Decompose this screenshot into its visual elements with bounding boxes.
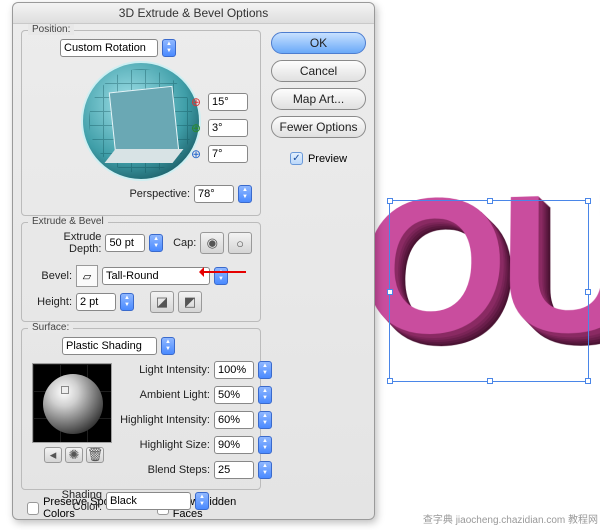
z-axis-icon: ⊕ bbox=[188, 146, 204, 162]
highlight-size-input[interactable]: 90% bbox=[214, 436, 254, 454]
depth-label: Extrude Depth: bbox=[30, 231, 101, 255]
watermark: 查字典 jiaocheng.chazidian.com 教程网 bbox=[423, 511, 598, 526]
blend-steps-label: Blend Steps: bbox=[118, 464, 210, 476]
depth-input[interactable]: 50 pt bbox=[105, 234, 145, 252]
height-stepper[interactable]: ▲▼ bbox=[120, 293, 134, 311]
artboard-preview: OUT bbox=[382, 168, 596, 398]
annotation-arrow bbox=[202, 271, 246, 273]
rotation-preset-stepper[interactable]: ▲▼ bbox=[162, 39, 176, 57]
cancel-button[interactable]: Cancel bbox=[271, 60, 366, 82]
highlight-size-label: Highlight Size: bbox=[118, 439, 210, 451]
rotation-preset-select[interactable]: Custom Rotation bbox=[60, 39, 158, 57]
height-input[interactable]: 2 pt bbox=[76, 293, 116, 311]
ok-button[interactable]: OK bbox=[271, 32, 366, 54]
bevel-label: Bevel: bbox=[30, 270, 72, 282]
bevel-extent-out-button[interactable]: ◩ bbox=[178, 291, 202, 313]
bevel-stepper[interactable]: ▲▼ bbox=[214, 267, 228, 285]
shading-color-select[interactable]: Black bbox=[106, 492, 191, 510]
highlight-size-stepper[interactable]: ▲▼ bbox=[258, 436, 272, 454]
light-intensity-label: Light Intensity: bbox=[118, 364, 210, 376]
bevel-profile-swatch: ▱ bbox=[76, 265, 98, 287]
blend-steps-input[interactable]: 25 bbox=[214, 461, 254, 479]
x-axis-icon: ⊕ bbox=[188, 94, 204, 110]
perspective-stepper[interactable]: ▲▼ bbox=[238, 185, 252, 203]
highlight-intensity-stepper[interactable]: ▲▼ bbox=[258, 411, 272, 429]
highlight-intensity-input[interactable]: 60% bbox=[214, 411, 254, 429]
shading-color-label: Shading Color: bbox=[30, 489, 102, 513]
cap-label: Cap: bbox=[173, 237, 196, 249]
dialog-title: 3D Extrude & Bevel Options bbox=[13, 3, 374, 24]
light-sphere-preview[interactable] bbox=[32, 363, 112, 443]
ambient-input[interactable]: 50% bbox=[214, 386, 254, 404]
surface-preset-select[interactable]: Plastic Shading bbox=[62, 337, 157, 355]
y-axis-input[interactable]: 3° bbox=[208, 119, 248, 137]
map-art-button[interactable]: Map Art... bbox=[271, 88, 366, 110]
bevel-extent-in-button[interactable]: ◪ bbox=[150, 291, 174, 313]
depth-stepper[interactable]: ▲▼ bbox=[149, 234, 163, 252]
extrude-legend: Extrude & Bevel bbox=[28, 216, 108, 227]
cap-off-button[interactable]: ○ bbox=[228, 232, 252, 254]
preview-label: Preview bbox=[308, 153, 347, 165]
fewer-options-button[interactable]: Fewer Options bbox=[271, 116, 366, 138]
new-light-button[interactable]: ✺ bbox=[65, 447, 83, 463]
height-label: Height: bbox=[30, 296, 72, 308]
rotation-track-cube[interactable] bbox=[81, 61, 201, 181]
preview-checkbox[interactable]: ✓ bbox=[290, 152, 303, 165]
dialog-3d-extrude-bevel: 3D Extrude & Bevel Options OK Cancel Map… bbox=[12, 2, 375, 520]
x-axis-input[interactable]: 15° bbox=[208, 93, 248, 111]
perspective-input[interactable]: 78° bbox=[194, 185, 234, 203]
shading-color-stepper[interactable]: ▲▼ bbox=[195, 492, 209, 510]
blend-steps-stepper[interactable]: ▲▼ bbox=[258, 461, 272, 479]
position-legend: Position: bbox=[28, 24, 74, 35]
ambient-stepper[interactable]: ▲▼ bbox=[258, 386, 272, 404]
perspective-label: Perspective: bbox=[129, 188, 190, 200]
light-intensity-input[interactable]: 100% bbox=[214, 361, 254, 379]
ambient-label: Ambient Light: bbox=[118, 389, 210, 401]
surface-legend: Surface: bbox=[28, 322, 73, 333]
y-axis-icon: ⊕ bbox=[188, 120, 204, 136]
z-axis-input[interactable]: 7° bbox=[208, 145, 248, 163]
delete-light-button[interactable]: 🗑 bbox=[86, 447, 104, 463]
surface-preset-stepper[interactable]: ▲▼ bbox=[161, 337, 175, 355]
selection-bounds bbox=[389, 200, 589, 382]
light-intensity-stepper[interactable]: ▲▼ bbox=[258, 361, 272, 379]
light-back-button[interactable]: ◂ bbox=[44, 447, 62, 463]
cap-on-button[interactable]: ◉ bbox=[200, 232, 224, 254]
highlight-intensity-label: Highlight Intensity: bbox=[118, 414, 210, 426]
